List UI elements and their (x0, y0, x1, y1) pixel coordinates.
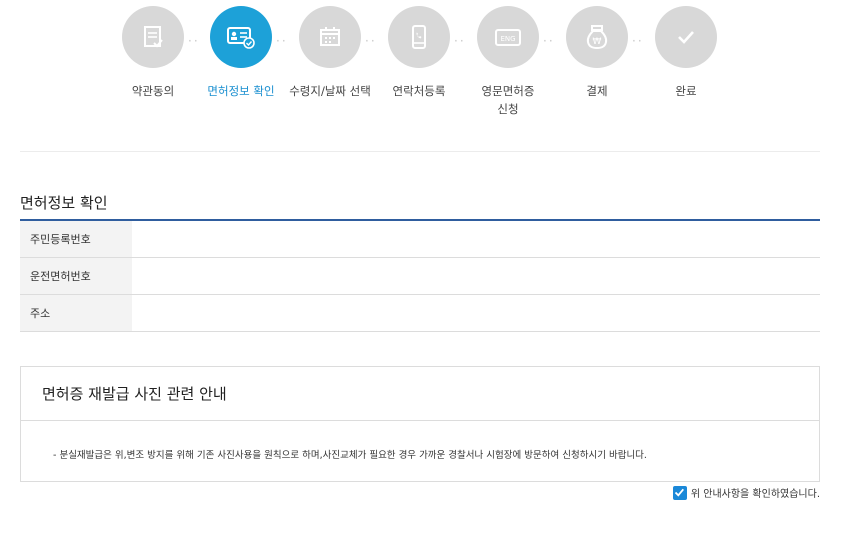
calendar-icon (299, 6, 361, 68)
step-pickup-date: 수령지/날짜 선택 (285, 6, 375, 100)
section-title: 면허정보 확인 (20, 194, 108, 212)
svg-text:₩: ₩ (593, 37, 602, 47)
notice-body: - 분실재발급은 위,변조 방지를 위해 기존 사진사용을 원칙으로 하며,사진… (53, 450, 647, 461)
row-label-license-number: 운전면허번호 (20, 258, 132, 294)
phone-icon (388, 6, 450, 68)
step-payment: ₩ 결제 (552, 6, 642, 100)
step-label-terms: 약관동의 (131, 84, 175, 98)
notice-title: 면허증 재발급 사진 관련 안내 (21, 367, 819, 421)
english-license-icon: ENG (477, 6, 539, 68)
step-english-license: ENG 영문면허증 신청 (463, 6, 553, 118)
confirm-checkbox-row[interactable]: 위 안내사항을 확인하였습니다. (672, 485, 820, 500)
step-complete: 완료 (641, 6, 731, 100)
step-label-pickup-date: 수령지/날짜 선택 (289, 84, 371, 98)
divider (20, 151, 820, 152)
step-label-payment: 결제 (586, 84, 608, 98)
svg-text:ENG: ENG (500, 35, 515, 43)
row-value-resident-number (132, 221, 820, 257)
row-label-resident-number: 주민등록번호 (20, 221, 132, 257)
step-label-license-info: 면허정보 확인 (207, 84, 275, 98)
row-value-license-number (132, 258, 820, 294)
id-card-icon (210, 6, 272, 68)
license-info-table: 주민등록번호 운전면허번호 주소 (20, 219, 820, 332)
table-row: 주민등록번호 (20, 221, 820, 258)
progress-stepper: 약관동의 ·· 면허정보 확인 ·· 수령지/날짜 선택 ·· 연락처등록 ··… (0, 6, 862, 118)
step-license-info: 면허정보 확인 (196, 6, 286, 100)
step-contact: 연락처등록 (374, 6, 464, 100)
row-label-address: 주소 (20, 295, 132, 331)
checkbox-checked-icon[interactable] (672, 485, 687, 500)
step-label-english-license: 영문면허증 신청 (481, 84, 535, 116)
step-terms: 약관동의 (108, 6, 198, 100)
row-value-address (132, 295, 820, 331)
table-row: 운전면허번호 (20, 258, 820, 295)
document-check-icon (122, 6, 184, 68)
step-label-contact: 연락처등록 (392, 84, 446, 98)
money-bag-won-icon: ₩ (566, 6, 628, 68)
photo-notice-box: 면허증 재발급 사진 관련 안내 - 분실재발급은 위,변조 방지를 위해 기존… (20, 366, 820, 482)
check-icon (655, 6, 717, 68)
confirm-label[interactable]: 위 안내사항을 확인하였습니다. (691, 485, 820, 500)
table-row: 주소 (20, 295, 820, 332)
step-label-complete: 완료 (675, 84, 697, 98)
